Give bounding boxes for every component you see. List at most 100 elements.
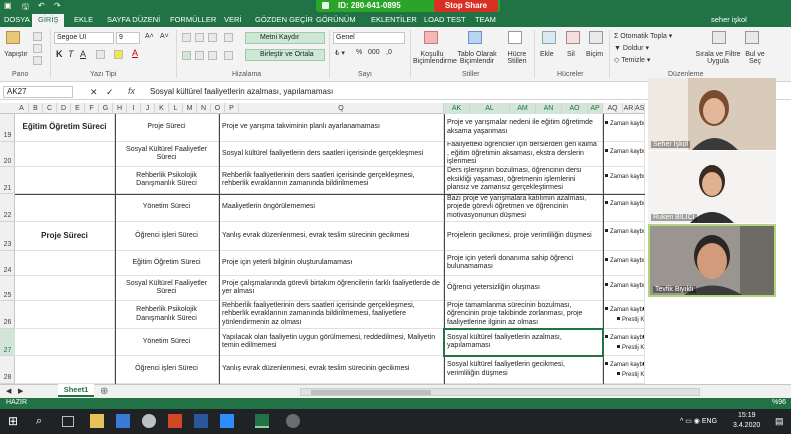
- unit-cell[interactable]: Rehberlik Psikolojik Danışmanlık Süreci: [115, 167, 219, 193]
- tab-2[interactable]: EKLE: [74, 15, 93, 24]
- risk-cell[interactable]: Sosyal kültürel faaliyetlerin ders saatl…: [219, 142, 444, 166]
- paste-icon[interactable]: [6, 31, 20, 44]
- font-size-select[interactable]: 9: [116, 32, 140, 44]
- row-header[interactable]: 28: [0, 356, 15, 384]
- column-header[interactable]: AN: [536, 103, 562, 114]
- clock-date[interactable]: 3.4.2020: [733, 422, 760, 429]
- sheet-tab[interactable]: Sheet1: [58, 384, 94, 397]
- risk-cell[interactable]: Rehberlik faaliyetlerinin ders saatleri …: [219, 301, 444, 328]
- legend-cell[interactable]: Zaman kaybı: [603, 251, 645, 275]
- chrome-icon[interactable]: [142, 414, 156, 428]
- tab-5[interactable]: VERİ: [224, 15, 242, 24]
- tray-icons[interactable]: ^ ▭ ◉ ENG: [680, 417, 717, 425]
- format-table-button[interactable]: Tablo Olarak Biçimlendir: [456, 51, 498, 65]
- conditional-format-button[interactable]: Koşullu Biçimlendirme: [413, 51, 457, 65]
- insert-cells-icon[interactable]: [542, 31, 556, 44]
- format-table-icon[interactable]: [468, 31, 482, 44]
- row-header[interactable]: 25: [0, 276, 15, 301]
- cell-styles-icon[interactable]: [508, 31, 522, 44]
- risk-cell[interactable]: Yanlış evrak düzenlenmesi, evrak teslim …: [219, 356, 444, 383]
- merge-center-button[interactable]: Birleştir ve Ortala: [245, 49, 325, 61]
- row-header[interactable]: 24: [0, 251, 15, 276]
- group-cell[interactable]: [15, 329, 115, 355]
- cause-cell[interactable]: Proje için yeterli donanıma sahip öğrenc…: [444, 251, 603, 275]
- row-header[interactable]: 20: [0, 142, 15, 167]
- insert-cells-button[interactable]: Ekle: [540, 51, 554, 58]
- copy-icon[interactable]: [33, 44, 42, 53]
- risk-cell[interactable]: Yapılacak olan faaliyetin uygun görülmem…: [219, 329, 444, 355]
- align-center-icon[interactable]: [195, 51, 204, 60]
- delete-cells-button[interactable]: Sil: [567, 51, 575, 58]
- unit-cell[interactable]: Eğitim Öğretim Süreci: [115, 251, 219, 275]
- cell-styles-button[interactable]: Hücre Stilleri: [503, 51, 531, 65]
- align-bottom-icon[interactable]: [208, 33, 217, 42]
- unit-cell[interactable]: Öğrenci işleri Süreci: [115, 356, 219, 383]
- column-header[interactable]: B: [29, 103, 43, 114]
- clock-time[interactable]: 15:19: [738, 412, 756, 419]
- sort-filter-icon[interactable]: [712, 31, 726, 44]
- cancel-icon[interactable]: ✕: [90, 87, 98, 98]
- row-header[interactable]: 26: [0, 301, 15, 329]
- file-explorer-icon[interactable]: [90, 414, 104, 428]
- participant-tile-active[interactable]: Tevfik Biyıklı: [648, 224, 776, 297]
- cause-cell[interactable]: Faaliyetteki öğrenciler için derslerden …: [444, 142, 603, 166]
- windows-start-icon[interactable]: ⊞: [8, 414, 22, 428]
- redo-icon[interactable]: ↷: [54, 1, 61, 10]
- legend-cell[interactable]: Zaman kaybıİşgücü Kaybı Prestij Kaybı: [603, 356, 645, 383]
- column-header[interactable]: AS: [635, 103, 645, 114]
- group-cell[interactable]: [15, 301, 115, 328]
- clear-button[interactable]: ◇ Temizle ▾: [614, 56, 650, 64]
- borders-icon[interactable]: [96, 50, 105, 59]
- group-cell[interactable]: [15, 276, 115, 300]
- cause-cell[interactable]: Ders işlenişinin bozulması, öğrencinin d…: [444, 167, 603, 193]
- cell-grid[interactable]: Eğitim Öğretim Süreci Proje Süreci Proje v…: [15, 114, 645, 384]
- formula-input[interactable]: Sosyal kültürel faaliyetlerin azalması, …: [150, 87, 333, 96]
- italic-icon[interactable]: T: [68, 49, 74, 59]
- tab-3[interactable]: SAYFA DÜZENİ: [107, 15, 160, 24]
- insert-function-icon[interactable]: fx: [128, 86, 135, 96]
- unit-cell[interactable]: Yönetim Süreci: [115, 329, 219, 355]
- row-header[interactable]: 23: [0, 222, 15, 251]
- column-header[interactable]: O: [211, 103, 225, 114]
- task-view-icon[interactable]: [62, 416, 74, 427]
- format-cells-button[interactable]: Biçim: [586, 51, 603, 58]
- legend-cell[interactable]: Zaman kaybı: [603, 194, 645, 221]
- column-header[interactable]: AP: [588, 103, 603, 114]
- bold-icon[interactable]: K: [56, 49, 63, 59]
- scroll-left-icon[interactable]: ◀: [6, 387, 11, 395]
- column-header[interactable]: G: [99, 103, 113, 114]
- word-icon[interactable]: [194, 414, 208, 428]
- align-middle-icon[interactable]: [195, 33, 204, 42]
- row-header[interactable]: 27: [0, 329, 15, 356]
- cause-cell[interactable]: Proje tamamlanma sürecinin bozulması, öğ…: [444, 301, 603, 328]
- align-left-icon[interactable]: [182, 51, 191, 60]
- number-format-select[interactable]: Genel: [333, 32, 405, 44]
- zoom-icon[interactable]: [322, 2, 329, 9]
- stop-share-button[interactable]: Stop Share: [434, 0, 498, 12]
- column-header[interactable]: AR: [623, 103, 635, 114]
- row-header[interactable]: 19: [0, 114, 15, 142]
- column-header[interactable]: F: [85, 103, 99, 114]
- format-cells-icon[interactable]: [589, 31, 603, 44]
- font-name-select[interactable]: Segoe UI: [54, 32, 114, 44]
- delete-cells-icon[interactable]: [566, 31, 580, 44]
- column-header[interactable]: J: [141, 103, 155, 114]
- shrink-font-icon[interactable]: A˅: [160, 33, 169, 40]
- cause-cell[interactable]: Sosyal kültürel faaliyetlerin gecikmesi,…: [444, 356, 603, 383]
- find-select-icon[interactable]: [745, 31, 759, 44]
- grow-font-icon[interactable]: A˄: [145, 33, 154, 40]
- comma-icon[interactable]: 000: [368, 49, 380, 56]
- unit-cell[interactable]: Sosyal Kültürel Faaliyetler Süreci: [115, 142, 219, 166]
- search-icon[interactable]: ⌕: [36, 414, 50, 428]
- cause-cell[interactable]: Proje ve yarışmalar nedeni ile eğitim öğ…: [444, 114, 603, 141]
- font-color-icon[interactable]: A: [132, 48, 138, 58]
- column-header[interactable]: AL: [470, 103, 510, 114]
- column-header[interactable]: H: [113, 103, 127, 114]
- legend-cell[interactable]: Zaman kaybı: [603, 222, 645, 250]
- unit-cell[interactable]: Yönetim Süreci: [115, 194, 219, 221]
- participant-tile[interactable]: Seher İşkol: [648, 78, 776, 150]
- name-box[interactable]: AK27: [3, 86, 73, 98]
- orientation-icon[interactable]: [224, 33, 233, 42]
- tab-7[interactable]: GÖRÜNÜM: [316, 15, 356, 24]
- legend-cell[interactable]: Zaman kaybı: [603, 142, 645, 166]
